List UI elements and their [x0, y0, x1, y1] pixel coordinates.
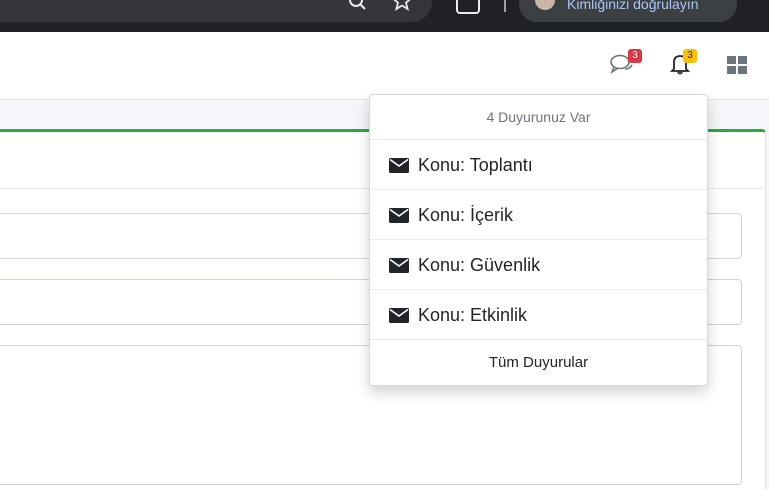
- top-navbar: 3 3: [0, 32, 769, 100]
- notification-label: Konu: Etkinlik: [418, 305, 528, 325]
- profile-avatar: [535, 0, 555, 10]
- star-icon[interactable]: [392, 0, 412, 17]
- messages-badge: 3: [628, 49, 642, 63]
- notification-item[interactable]: Konu: Güvenlik: [370, 240, 707, 290]
- profile-button[interactable]: Kimliğinizi doğrulayın: [519, 0, 737, 22]
- bell-icon: [669, 55, 691, 80]
- notification-item[interactable]: Konu: Etkinlik: [370, 290, 707, 340]
- envelope-icon: [389, 258, 409, 273]
- extensions-icon[interactable]: [456, 0, 480, 14]
- comments-icon: [610, 54, 636, 80]
- profile-label: Kimliğinizi doğrulayın: [567, 0, 699, 12]
- messages-button[interactable]: 3: [610, 49, 642, 76]
- notification-item[interactable]: Konu: Toplantı: [370, 140, 707, 190]
- notifications-dropdown: 4 Duyurunuz Var Konu: Toplantı Konu: İçe…: [369, 94, 708, 386]
- apps-grid-icon[interactable]: [727, 56, 747, 74]
- kebab-menu-icon[interactable]: ⋮: [764, 0, 769, 11]
- notification-item[interactable]: Konu: İçerik: [370, 190, 707, 240]
- notifications-button[interactable]: 3: [669, 49, 697, 76]
- search-icon[interactable]: [348, 0, 368, 17]
- envelope-icon: [389, 158, 409, 173]
- dropdown-header: 4 Duyurunuz Var: [370, 95, 707, 140]
- notification-label: Konu: Güvenlik: [418, 255, 541, 275]
- notifications-badge: 3: [683, 49, 697, 63]
- notification-label: Konu: Toplantı: [418, 155, 533, 175]
- envelope-icon: [389, 308, 409, 323]
- toolbar-divider: [504, 0, 506, 12]
- notification-label: Konu: İçerik: [418, 205, 514, 225]
- envelope-icon: [389, 208, 409, 223]
- all-notifications-link[interactable]: Tüm Duyurular: [370, 340, 707, 386]
- browser-toolbar: Kimliğinizi doğrulayın ⋮: [0, 0, 769, 32]
